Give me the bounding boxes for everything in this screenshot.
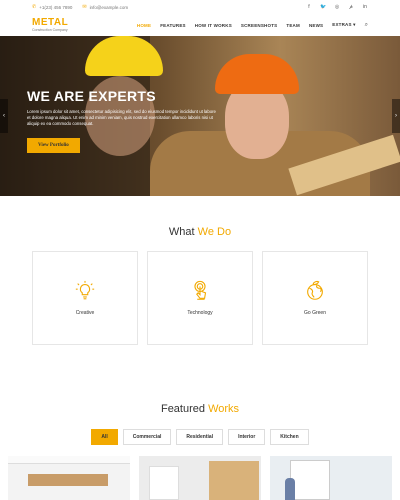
thumb-wood-panel — [209, 461, 259, 500]
portfolio-item[interactable] — [270, 456, 392, 500]
lightbulb-icon — [75, 280, 95, 300]
facebook-icon[interactable]: f — [306, 4, 312, 10]
nav-features[interactable]: FEATURES — [160, 23, 186, 28]
service-label-technology: Technology — [187, 310, 213, 316]
logo[interactable]: METAL Construction Company — [32, 16, 69, 33]
what-we-do-title-main: What — [168, 226, 195, 238]
hero-description: Lorem ipsum dolor sit amet, consectetur … — [27, 109, 216, 127]
phone-contact[interactable]: ✆ +1(23) 456 7890 — [32, 4, 72, 10]
nav-news[interactable]: NEWS — [309, 23, 323, 28]
logo-tagline: Construction Company — [32, 27, 68, 32]
portfolio-filters: All Commercial Residential Interior Kitc… — [0, 429, 400, 445]
hero-content: WE ARE EXPERTS Lorem ipsum dolor sit ame… — [27, 88, 217, 153]
pinterest-icon[interactable]: 𝓅 — [348, 4, 354, 10]
instagram-icon[interactable]: ◎ — [334, 4, 340, 10]
site-header: METAL Construction Company HOME FEATURES… — [0, 14, 400, 36]
service-label-go-green: Go Green — [304, 310, 326, 316]
filter-kitchen[interactable]: Kitchen — [270, 429, 309, 445]
featured-works-title: Featured Works — [0, 403, 400, 415]
hero-headline: WE ARE EXPERTS — [27, 88, 156, 104]
hero-slider: WE ARE EXPERTS Lorem ipsum dolor sit ame… — [0, 36, 400, 196]
portfolio-item[interactable] — [8, 456, 130, 500]
nav-screenshots[interactable]: SCREENSHOTS — [241, 23, 277, 28]
nav-team[interactable]: TEAM — [286, 23, 300, 28]
what-we-do-title: What We Do — [0, 226, 400, 238]
twitter-icon[interactable]: 🐦 — [320, 4, 326, 10]
chevron-left-icon: ‹ — [3, 113, 5, 119]
hard-hat-orange — [215, 54, 299, 94]
email-icon: ✉ — [82, 4, 87, 10]
nav-extras[interactable]: EXTRAS ▾ — [332, 22, 355, 28]
chevron-right-icon: › — [395, 113, 397, 119]
service-card-technology[interactable]: Technology — [147, 251, 253, 345]
services-list: Creative Technology Go Green — [32, 251, 368, 345]
portfolio-item[interactable] — [139, 456, 261, 500]
email-contact[interactable]: ✉ info@example.com — [82, 4, 128, 10]
touch-icon — [194, 280, 207, 300]
top-bar: ✆ +1(23) 456 7890 ✉ info@example.com f 🐦… — [0, 0, 400, 14]
chevron-down-icon: ▾ — [353, 22, 356, 27]
what-we-do-title-accent: We Do — [197, 226, 232, 238]
nav-extras-label: EXTRAS — [332, 22, 352, 27]
main-nav: HOME FEATURES HOW IT WORKS SCREENSHOTS T… — [137, 22, 368, 29]
service-card-go-green[interactable]: Go Green — [262, 251, 368, 345]
nav-home[interactable]: HOME — [137, 23, 151, 28]
filter-interior[interactable]: Interior — [228, 429, 266, 445]
thumb-shelf — [28, 474, 108, 486]
filter-residential[interactable]: Residential — [176, 429, 224, 445]
phone-number: +1(23) 456 7890 — [39, 4, 73, 10]
slider-next-button[interactable]: › — [392, 99, 400, 133]
phone-icon: ✆ — [32, 4, 37, 10]
featured-works-title-accent: Works — [208, 403, 240, 415]
thumb-person — [285, 478, 295, 500]
featured-works-title-main: Featured — [160, 403, 205, 415]
service-label-creative: Creative — [75, 310, 95, 316]
logo-text: METAL — [32, 16, 69, 28]
service-card-creative[interactable]: Creative — [32, 251, 138, 345]
social-links: f 🐦 ◎ 𝓅 in — [306, 4, 368, 10]
search-icon[interactable]: ⌕ — [365, 22, 368, 29]
thumb-ceiling — [8, 456, 130, 464]
linkedin-icon[interactable]: in — [362, 4, 368, 10]
nav-how-it-works[interactable]: HOW IT WORKS — [195, 23, 232, 28]
thumb-window — [290, 460, 330, 500]
thumb-door — [149, 466, 179, 500]
filter-all[interactable]: All — [91, 429, 118, 445]
globe-leaf-icon — [307, 280, 323, 300]
slider-prev-button[interactable]: ‹ — [0, 99, 8, 133]
email-address: info@example.com — [89, 4, 129, 10]
view-portfolio-button[interactable]: View Portfolio — [27, 137, 80, 153]
portfolio-gallery — [8, 456, 392, 500]
filter-commercial[interactable]: Commercial — [122, 429, 172, 445]
